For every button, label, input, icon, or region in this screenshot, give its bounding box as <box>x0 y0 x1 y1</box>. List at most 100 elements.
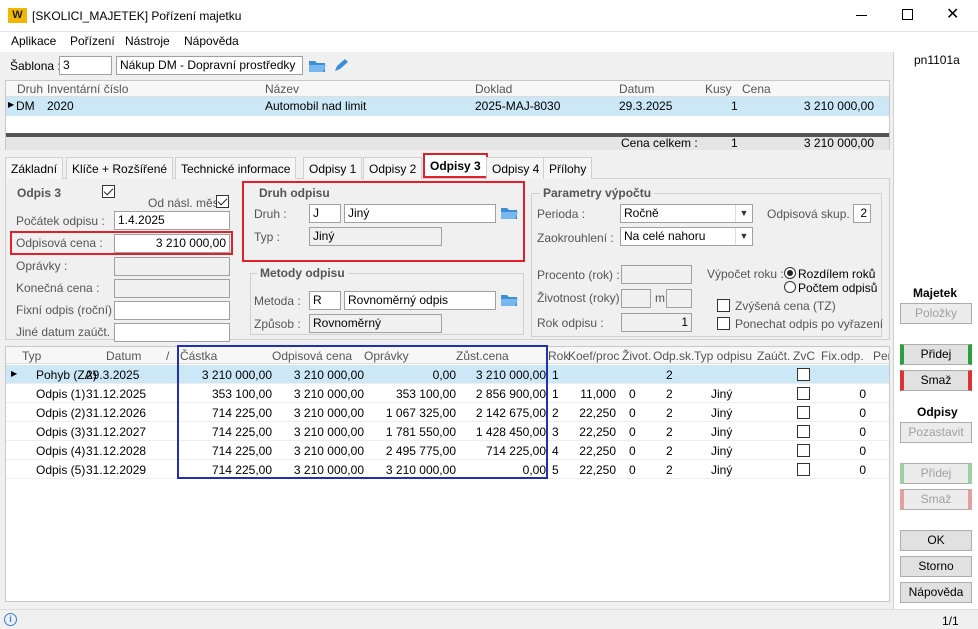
cell-koef: 22,250 <box>579 406 616 420</box>
ok-button[interactable]: OK <box>900 530 972 551</box>
maximize-icon[interactable] <box>902 9 913 20</box>
pridej2-button[interactable]: Přidej <box>900 463 972 484</box>
col-cena[interactable]: Cena <box>742 82 771 96</box>
sablona-code-field[interactable]: 3 <box>59 56 112 75</box>
sablona-name-field[interactable]: Nákup DM - Dopravní prostředky <box>116 56 303 75</box>
ponechat-checkbox[interactable] <box>717 317 730 330</box>
jine-field[interactable] <box>114 323 230 342</box>
table-row[interactable]: ▶ DM 2020 Automobil nad limit 2025-MAJ-8… <box>6 97 889 116</box>
cell-ziv: 0 <box>629 387 636 401</box>
zvc-checkbox[interactable] <box>797 368 810 381</box>
smaz2-button[interactable]: Smaž <box>900 489 972 510</box>
zvc-checkbox[interactable] <box>797 406 810 419</box>
tab-odpisy4[interactable]: Odpisy 4 <box>486 157 546 179</box>
close-icon[interactable]: ✕ <box>946 4 959 24</box>
col-odpsk[interactable]: Odp.sk. <box>653 349 694 363</box>
tab-technicke[interactable]: Technické informace <box>175 157 297 179</box>
cell-ziv: 0 <box>629 463 636 477</box>
metoda-code-field[interactable]: R <box>309 291 341 310</box>
fixni-label: Fixní odpis (roční) : <box>16 303 119 317</box>
total-cena: 3 210 000,00 <box>803 136 874 150</box>
cell-fix: 0 <box>859 463 866 477</box>
perioda-select[interactable]: Ročně ▼ <box>620 204 753 223</box>
folder-open-icon[interactable] <box>308 58 326 73</box>
col-per[interactable]: Per <box>873 349 889 363</box>
col-datum[interactable]: Datum <box>106 349 141 363</box>
druh-name-field[interactable]: Jiný <box>344 204 496 223</box>
folder-open-icon[interactable] <box>500 205 518 220</box>
tab-zakladni[interactable]: Základní <box>5 157 64 179</box>
pencil-icon[interactable] <box>332 58 350 73</box>
col-fixodp[interactable]: Fix.odp. <box>821 349 864 363</box>
cell-typo: Jiný <box>711 425 733 439</box>
pozastavit-button[interactable]: Pozastavit <box>900 422 972 443</box>
procento-label: Procento (rok) : <box>537 268 620 282</box>
zpusob-field: Rovnoměrný <box>309 314 442 333</box>
cell-typ: Odpis (2) <box>36 406 86 420</box>
radio-poctem[interactable] <box>784 281 796 293</box>
zvysena-checkbox[interactable] <box>717 299 730 312</box>
tab-prilohy[interactable]: Přílohy <box>543 157 593 179</box>
storno-button[interactable]: Storno <box>900 556 972 577</box>
folder-open-icon[interactable] <box>500 292 518 307</box>
info-icon: i <box>4 613 17 626</box>
col-typ[interactable]: Typ <box>22 349 41 363</box>
zpusob-label: Způsob : <box>254 317 301 331</box>
polozky-button[interactable]: Položky <box>900 303 972 324</box>
zvc-checkbox[interactable] <box>797 444 810 457</box>
col-druh[interactable]: Druh <box>17 82 43 96</box>
col-datum[interactable]: Datum <box>619 82 654 96</box>
cell-datum: 29.3.2025 <box>86 368 140 382</box>
typ-label: Typ : <box>254 230 281 244</box>
col-nazev[interactable]: Název <box>265 82 299 96</box>
rok-field: 1 <box>621 313 692 332</box>
cell-ziv: 0 <box>629 444 636 458</box>
zaokr-select[interactable]: Na celé nahoru ▼ <box>620 227 753 246</box>
zivotnost-mes-field <box>666 289 692 308</box>
pridej-button[interactable]: Přidej <box>900 344 972 365</box>
smaz-button[interactable]: Smaž <box>900 370 972 391</box>
col-zvc[interactable]: ZvC <box>793 349 815 363</box>
napoveda-button[interactable]: Nápověda <box>900 582 972 603</box>
tab-klice[interactable]: Klíče + Rozšířené <box>66 157 174 179</box>
menu-napoveda[interactable]: Nápověda <box>184 34 239 48</box>
menu-nastroje[interactable]: Nástroje <box>125 34 170 48</box>
cell-typ: Odpis (3) <box>36 425 86 439</box>
odpisova-cena-field[interactable]: 3 210 000,00 <box>114 234 230 253</box>
cell-datum: 31.12.2028 <box>86 444 147 458</box>
top-grid: Druh Inventární číslo Název Doklad Datum… <box>5 80 890 150</box>
menu-aplikace[interactable]: Aplikace <box>11 34 56 48</box>
menu-porizeni[interactable]: Pořízení <box>70 34 115 48</box>
col-typodpisu[interactable]: Typ odpisu <box>694 349 752 363</box>
od-nasl-checkbox[interactable] <box>216 195 229 208</box>
col-zauct[interactable]: Zaúčt. <box>757 349 790 363</box>
zvc-checkbox[interactable] <box>797 387 810 400</box>
pocatek-field[interactable]: 1.4.2025 <box>114 211 230 230</box>
sablona-label: Šablona : <box>10 59 61 73</box>
cell-sk: 2 <box>666 368 673 382</box>
cell-datum: 31.12.2025 <box>86 387 147 401</box>
col-rok[interactable]: Rok <box>548 349 569 363</box>
radio-rozdilem[interactable] <box>784 267 796 279</box>
cell-datum: 31.12.2029 <box>86 463 147 477</box>
druh-code-field[interactable]: J <box>309 204 341 223</box>
col-koef[interactable]: Koef/proc <box>568 349 619 363</box>
col-zivot[interactable]: Život. <box>622 349 651 363</box>
zvysena-label: Zvýšená cena (TZ) <box>735 299 836 313</box>
fixni-field[interactable] <box>114 301 230 320</box>
col-kusy[interactable]: Kusy <box>705 82 732 96</box>
zvc-checkbox[interactable] <box>797 463 810 476</box>
col-doklad[interactable]: Doklad <box>475 82 512 96</box>
metoda-name-field[interactable]: Rovnoměrný odpis <box>344 291 496 310</box>
col-inv[interactable]: Inventární číslo <box>47 82 128 96</box>
tab-odpisy3[interactable]: Odpisy 3 <box>423 153 488 178</box>
rok-label: Rok odpisu : <box>537 316 604 330</box>
form-code: pn1101a <box>914 53 960 67</box>
tab-odpisy2[interactable]: Odpisy 2 <box>363 157 423 179</box>
tab-odpisy1[interactable]: Odpisy 1 <box>303 157 363 179</box>
zvc-checkbox[interactable] <box>797 425 810 438</box>
odpis-enabled-checkbox[interactable] <box>102 185 115 198</box>
opravky-label: Oprávky : <box>16 259 68 273</box>
skup-field[interactable]: 2 <box>853 204 871 223</box>
minimize-icon[interactable] <box>856 15 867 16</box>
